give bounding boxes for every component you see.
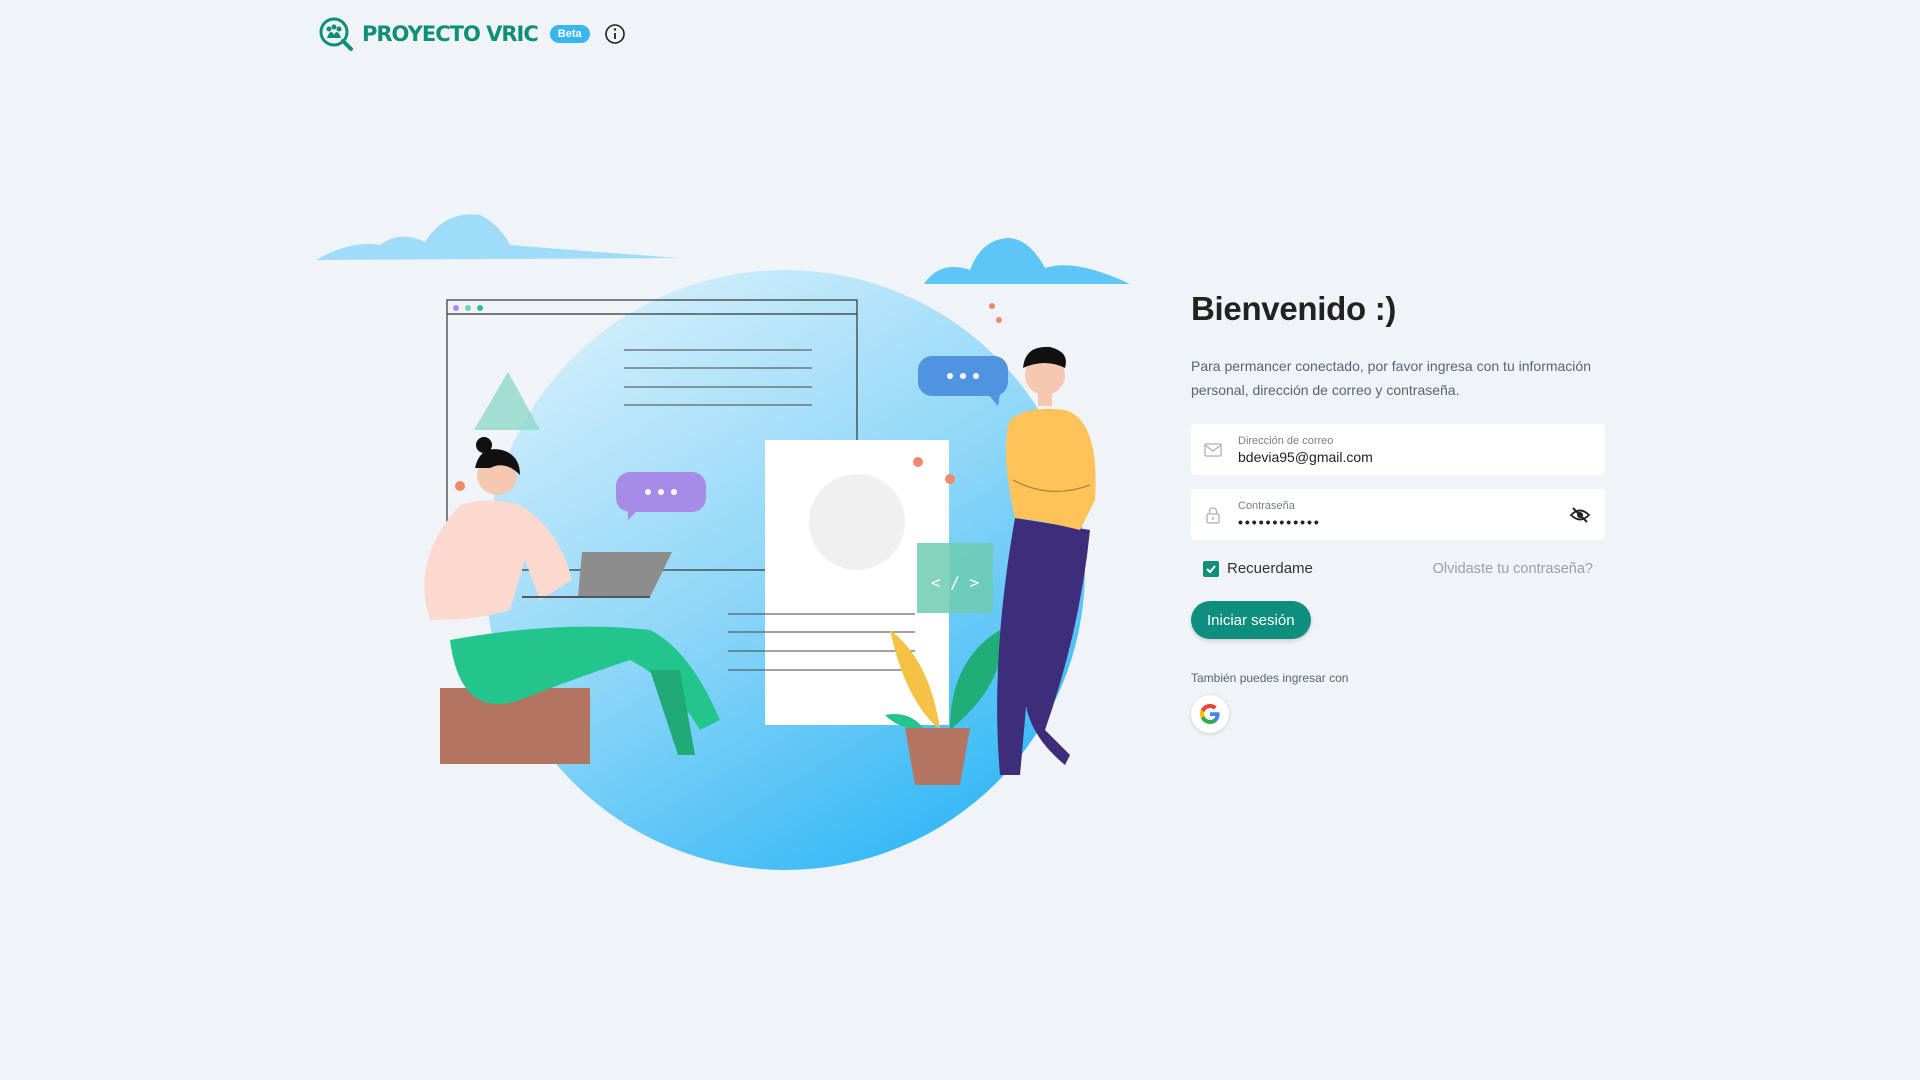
google-icon — [1200, 704, 1220, 724]
plant-pot — [905, 728, 970, 785]
brand-name: PROYECTO VRIC — [362, 22, 539, 46]
login-subtitle: Para permancer conectado, por favor ingr… — [1191, 358, 1591, 398]
info-icon[interactable] — [604, 23, 626, 45]
login-panel: Bienvenido :) Para permancer conectado, … — [1191, 290, 1605, 733]
man-torso — [1006, 408, 1096, 530]
hero-illustration: < / > — [316, 214, 1130, 870]
cloud-left — [316, 214, 678, 260]
email-input[interactable] — [1238, 448, 1605, 465]
google-login-button[interactable] — [1191, 695, 1229, 733]
cloud-right — [924, 238, 1130, 284]
lock-icon — [1206, 506, 1220, 524]
remember-row: Recuerdame Olvidaste tu contraseña? — [1191, 560, 1605, 577]
remember-checkbox[interactable]: Recuerdame — [1203, 560, 1313, 577]
login-button[interactable]: Iniciar sesión — [1191, 601, 1311, 639]
eye-off-icon[interactable] — [1569, 504, 1591, 526]
checkbox-box[interactable] — [1203, 560, 1219, 577]
header: PROYECTO VRIC Beta — [318, 14, 626, 54]
beta-badge: Beta — [549, 25, 590, 43]
mail-icon — [1204, 442, 1222, 457]
password-label: Contraseña — [1238, 499, 1295, 512]
password-field-body: Contraseña — [1238, 500, 1569, 530]
password-field[interactable]: Contraseña — [1191, 489, 1605, 540]
email-field[interactable]: Dirección de correo — [1191, 424, 1605, 475]
password-input[interactable] — [1238, 513, 1569, 530]
check-icon — [1206, 564, 1216, 573]
page-title: Bienvenido :) — [1191, 290, 1397, 327]
email-label: Dirección de correo — [1238, 434, 1334, 447]
forgot-password-link[interactable]: Olvidaste tu contraseña? — [1433, 561, 1593, 577]
alt-login-text: También puedes ingresar con — [1191, 671, 1349, 685]
triangle-shape — [474, 372, 540, 430]
email-field-body: Dirección de correo — [1238, 435, 1605, 465]
man-legs — [997, 518, 1090, 775]
code-tag-text: < / > — [931, 573, 979, 592]
logo-icon — [319, 17, 353, 51]
remember-label: Recuerdame — [1227, 560, 1313, 577]
